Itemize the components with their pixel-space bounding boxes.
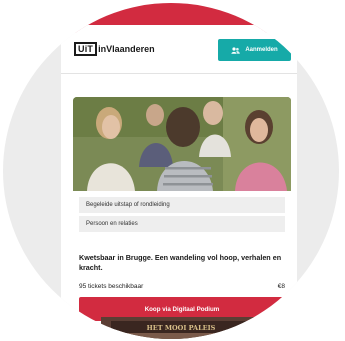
uit-logo[interactable]: UiT inVlaanderen <box>74 42 155 56</box>
event-photo[interactable] <box>73 97 291 191</box>
venue-sign: HET MOOI PALEIS <box>147 324 216 332</box>
top-navigation: UiT inVlaanderen Aanmelden <box>61 25 297 74</box>
mobile-page: UiT inVlaanderen Aanmelden Begeleide uit… <box>61 25 297 339</box>
circular-viewport: UiT inVlaanderen Aanmelden Begeleide uit… <box>3 3 339 339</box>
logo-box: UiT <box>74 42 98 56</box>
login-label: Aanmelden <box>245 47 278 53</box>
event-photo-image <box>73 97 291 191</box>
tag-relations[interactable]: Persoon en relaties <box>79 216 285 232</box>
tag-tour[interactable]: Begeleide uitstap of rondleiding <box>79 197 285 213</box>
users-icon <box>231 46 241 54</box>
ticket-price: €8 <box>277 283 285 290</box>
next-event-photo[interactable]: HET MOOI PALEIS <box>101 317 261 339</box>
event-title[interactable]: Kwetsbaar in Brugge. Een wandeling vol h… <box>79 253 289 273</box>
logo-text: inVlaanderen <box>98 44 155 54</box>
login-button[interactable]: Aanmelden <box>218 39 291 61</box>
tickets-available: 95 tickets beschikbaar <box>79 283 144 290</box>
